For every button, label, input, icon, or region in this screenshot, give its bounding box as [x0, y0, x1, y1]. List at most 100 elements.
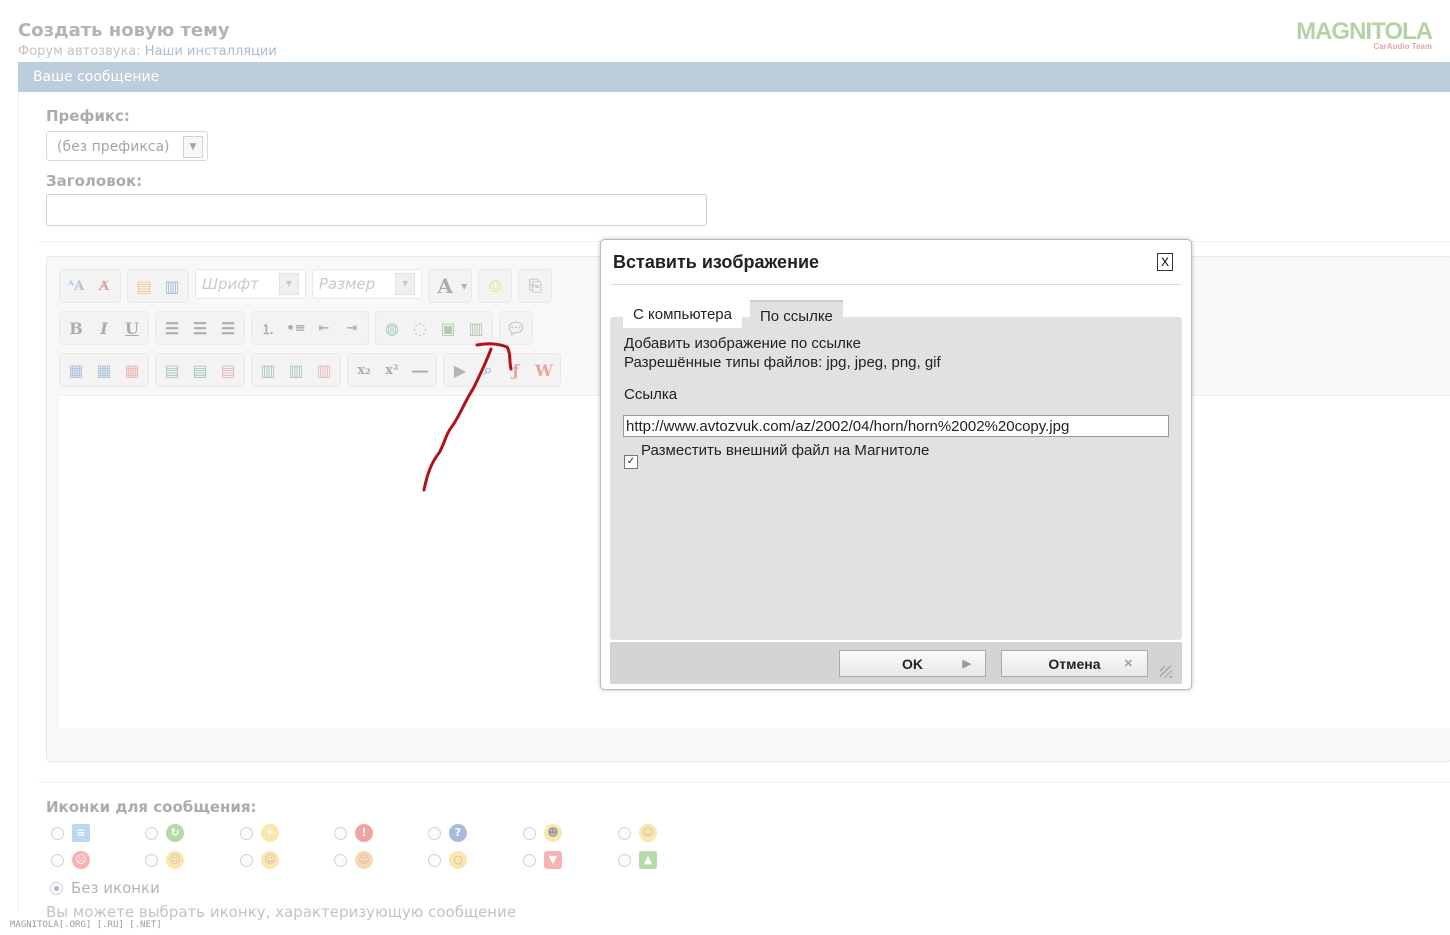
toolbar-group-color: A ▼	[428, 269, 473, 303]
align-center-icon[interactable]: ☰	[188, 316, 212, 340]
radio-button[interactable]	[145, 853, 158, 867]
indent-icon[interactable]: ⇥	[340, 316, 364, 340]
toolbar-row-1: ᴬA A̸ ▤ ▥ Шрифт ▼ Размер ▼ A ▼ ☺ ⎘	[59, 269, 553, 303]
insert-image-dialog: Вставить изображение X Добавить изображе…	[600, 239, 1192, 690]
superscript-button[interactable]: x²	[380, 358, 404, 382]
font-style-icon[interactable]: ᴬA	[64, 274, 88, 298]
divider	[611, 284, 1181, 285]
table-icon[interactable]: ▦	[64, 358, 88, 382]
post-icon-option[interactable]: ☺	[334, 851, 373, 869]
bold-button[interactable]: B	[64, 316, 88, 340]
radio-button[interactable]	[334, 826, 347, 840]
prefix-select[interactable]: (без префикса) ▼	[46, 131, 208, 161]
toolbar-group-smiley: ☺	[478, 269, 513, 303]
arrow-right-icon: ▶	[962, 658, 971, 670]
numbered-list-icon[interactable]: ⒈	[256, 316, 280, 340]
tab-by-link[interactable]: По ссылке	[750, 300, 843, 330]
row-above-icon[interactable]: ▤	[160, 358, 184, 382]
radio-button[interactable]	[334, 853, 347, 867]
post-icon-option[interactable]: ☺	[618, 824, 657, 842]
chevron-down-icon[interactable]: ▼	[395, 273, 416, 295]
radio-button[interactable]	[428, 826, 441, 840]
subscript-button[interactable]: x₂	[352, 358, 376, 382]
post-icon-option[interactable]: !	[334, 824, 373, 842]
radio-button[interactable]	[618, 853, 631, 867]
cancel-button-label: Отмена	[1048, 656, 1101, 672]
site-logo[interactable]: MAGNITOLA CarAudio Team	[1296, 18, 1433, 51]
resize-grip-icon[interactable]	[1160, 666, 1172, 678]
exclamation-icon: !	[355, 824, 373, 842]
row-delete-icon[interactable]: ▤	[216, 358, 240, 382]
page-icon: ≡	[72, 824, 90, 842]
url-input[interactable]: http://www.avtozvuk.com/az/2002/04/horn/…	[623, 415, 1169, 437]
radio-button[interactable]	[523, 853, 536, 867]
underline-button[interactable]: U	[120, 316, 144, 340]
link-icon[interactable]: ◍	[380, 316, 404, 340]
radio-button[interactable]	[523, 826, 536, 840]
size-select-placeholder: Размер	[318, 275, 376, 293]
tab-from-computer[interactable]: С компьютера	[623, 300, 742, 328]
align-right-icon[interactable]: ☰	[216, 316, 240, 340]
table-props-icon[interactable]: ▦	[92, 358, 116, 382]
font-select[interactable]: Шрифт ▼	[195, 269, 306, 299]
toolbar-group-paste: ▤ ▥	[127, 269, 189, 303]
radio-button[interactable]	[240, 853, 253, 867]
breadcrumb-prefix: Форум автозвука:	[18, 44, 141, 59]
attachment-icon[interactable]: ⎘	[523, 274, 547, 298]
radio-button[interactable]	[145, 826, 158, 840]
radio-button[interactable]	[240, 826, 253, 840]
size-select[interactable]: Размер ▼	[311, 269, 423, 299]
post-icon-option[interactable]: ▲	[618, 851, 657, 869]
breadcrumb-link[interactable]: Наши инсталляции	[145, 44, 277, 59]
host-file-checkbox[interactable]: ✓	[624, 455, 638, 469]
no-icon-label: Без иконки	[71, 879, 160, 897]
title-input[interactable]	[46, 194, 707, 226]
col-right-icon[interactable]: ▥	[284, 358, 308, 382]
ok-button[interactable]: OK ▶	[839, 650, 986, 677]
radio-button[interactable]	[428, 853, 441, 867]
no-icon-option[interactable]: Без иконки	[50, 879, 160, 897]
chevron-down-icon[interactable]: ▼	[183, 136, 203, 158]
radio-button[interactable]	[51, 826, 64, 840]
post-icon-option[interactable]: ☻	[523, 824, 562, 842]
align-left-icon[interactable]: ☰	[160, 316, 184, 340]
paste-icon[interactable]: ▤	[132, 274, 156, 298]
col-delete-icon[interactable]: ▥	[312, 358, 336, 382]
post-icon-option[interactable]: ☺	[240, 851, 279, 869]
bullet-list-icon[interactable]: •≡	[284, 316, 308, 340]
radio-button[interactable]	[618, 826, 631, 840]
chevron-down-icon[interactable]: ▼	[278, 273, 299, 295]
smiley-icon[interactable]: ☺	[483, 274, 507, 298]
remove-format-icon[interactable]: A̸	[92, 274, 116, 298]
text-color-icon[interactable]: A	[433, 274, 457, 298]
cancel-button[interactable]: Отмена ✕	[1001, 650, 1148, 677]
radio-button[interactable]	[50, 881, 63, 895]
url-label: Ссылка	[624, 386, 678, 403]
post-icon-option[interactable]: ✦	[240, 824, 279, 842]
radio-button[interactable]	[51, 853, 64, 867]
question-icon: ?	[449, 824, 467, 842]
chevron-down-icon[interactable]: ▼	[461, 282, 467, 291]
row-below-icon[interactable]: ▤	[188, 358, 212, 382]
post-icon-option[interactable]: ?	[428, 824, 467, 842]
post-icon-option[interactable]: ○	[428, 851, 467, 869]
outdent-icon[interactable]: ⇤	[312, 316, 336, 340]
col-left-icon[interactable]: ▥	[256, 358, 280, 382]
post-icon-option[interactable]: ▼	[523, 851, 562, 869]
toolbar-group-cols: ▥ ▥ ▥	[251, 353, 341, 387]
close-icon: ✕	[1123, 658, 1133, 670]
post-icon-option[interactable]: ☹	[51, 851, 90, 869]
post-icon-option[interactable]: ☹	[145, 851, 184, 869]
annotation-arrow	[422, 342, 513, 492]
table-delete-icon[interactable]: ▦	[120, 358, 144, 382]
thumbs-up-icon: ▲	[639, 851, 657, 869]
cool-smiley-icon: ☻	[544, 824, 562, 842]
italic-button[interactable]: I	[92, 316, 116, 340]
word-icon[interactable]: W	[532, 358, 556, 382]
close-button[interactable]: X	[1157, 253, 1173, 271]
post-icon-option[interactable]: ↻	[145, 824, 184, 842]
post-icon-option[interactable]: ≡	[51, 824, 90, 842]
toolbar-group-attach: ⎘	[518, 269, 553, 303]
dialog-description: Добавить изображение по ссылке	[624, 335, 861, 352]
paste-word-icon[interactable]: ▥	[160, 274, 184, 298]
